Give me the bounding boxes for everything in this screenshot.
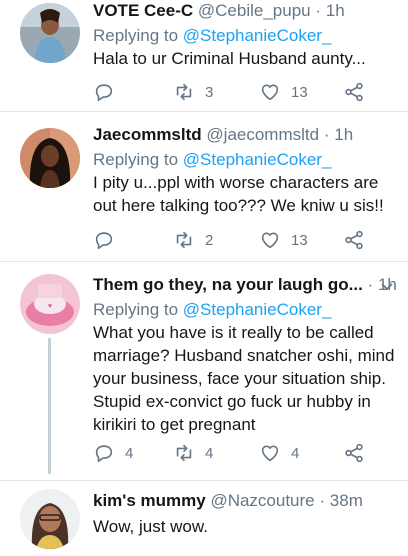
reply-icon [95,84,113,102]
reply-icon [95,445,113,463]
reply-to-handle[interactable]: @StephanieCoker_ [183,26,332,45]
replying-to-label: Replying to [93,26,179,45]
separator: · [319,491,326,510]
retweet-icon [176,444,192,462]
like-count: 13 [291,83,308,101]
retweet-icon [176,231,192,249]
retweet-icon [176,83,192,101]
like-button[interactable]: 4 [259,441,299,465]
share-button[interactable] [343,441,365,465]
avatar[interactable] [20,128,80,188]
display-name[interactable]: VOTE Cee-C [93,1,193,20]
chevron-down-icon[interactable] [380,276,394,296]
like-count: 13 [291,231,308,249]
share-button[interactable] [343,228,365,252]
timestamp[interactable]: 1h [334,125,353,144]
timestamp[interactable]: 1h [326,1,345,20]
avatar[interactable] [20,3,80,63]
separator: · [367,275,374,294]
separator: · [323,125,330,144]
display-name[interactable]: kim's mummy [93,491,206,510]
like-count: 4 [291,444,300,462]
tweet[interactable]: ♥ Them go they, na your laugh go... · 1h… [0,262,408,480]
retweet-button[interactable]: 3 [173,80,213,104]
heart-icon [261,232,279,249]
retweet-count: 2 [205,231,214,249]
timestamp[interactable]: 38m [330,491,363,510]
replying-to-label: Replying to [93,150,179,169]
reply-count: 4 [125,444,134,462]
display-name[interactable]: Them go they, na your laugh go... [93,275,363,294]
reply-to-handle[interactable]: @StephanieCoker_ [183,300,332,319]
share-icon [345,82,363,102]
heart-icon [261,445,279,462]
tweet[interactable]: VOTE Cee-C @Cebile_pupu · 1h Replying to… [0,0,408,111]
like-button[interactable]: 13 [259,80,308,104]
share-button[interactable] [343,80,365,104]
tweet-text: What you have is it really to be called … [93,323,395,434]
tweet[interactable]: Jaecommsltd @jaecommsltd · 1h Replying t… [0,112,408,261]
reply-to-handle[interactable]: @StephanieCoker_ [183,150,332,169]
display-name[interactable]: Jaecommsltd [93,125,202,144]
thread-line [48,338,51,474]
share-icon [345,230,363,250]
like-button[interactable]: 13 [259,228,308,252]
user-handle[interactable]: @Nazcouture [210,491,314,510]
tweet-text: I pity u...ppl with worse characters are… [93,173,384,215]
user-handle[interactable]: @jaecommsltd [206,125,319,144]
replying-to-label: Replying to [93,300,179,319]
tweet-text: Wow, just wow. [93,517,208,536]
avatar[interactable] [20,489,80,549]
retweet-count: 4 [205,444,214,462]
avatar[interactable]: ♥ [20,274,80,334]
reply-button[interactable] [93,80,115,104]
retweet-button[interactable]: 2 [173,228,213,252]
user-handle[interactable]: @Cebile_pupu [198,1,311,20]
heart-icon [261,84,279,101]
share-icon [345,443,363,463]
tweet[interactable]: kim's mummy @Nazcouture · 38m Wow, just … [0,481,408,556]
separator: · [315,1,322,20]
retweet-count: 3 [205,83,214,101]
tweet-text: Hala to ur Criminal Husband aunty... [93,49,366,68]
reply-icon [95,232,113,250]
reply-button[interactable]: 4 [93,441,133,465]
reply-button[interactable] [93,228,115,252]
retweet-button[interactable]: 4 [173,441,213,465]
svg-text:♥: ♥ [48,303,52,310]
